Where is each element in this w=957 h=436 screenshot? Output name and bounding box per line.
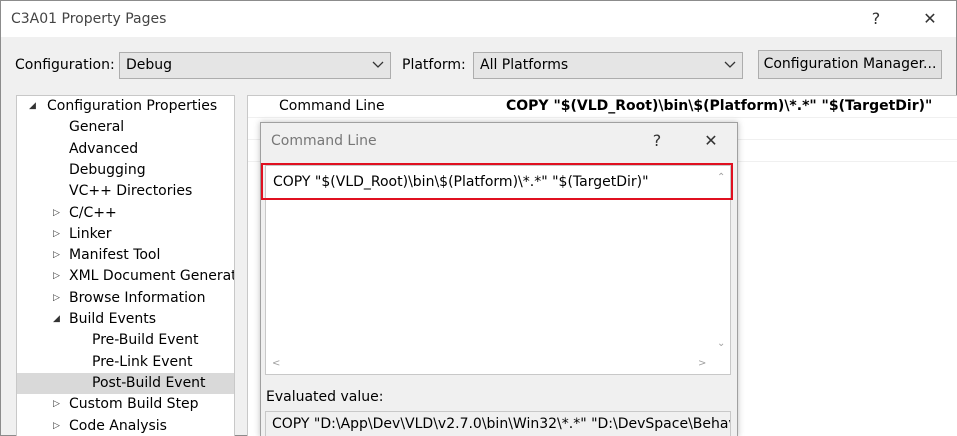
tree-item-label: Linker	[69, 225, 112, 242]
horizontal-scrollbar[interactable]: < >	[266, 357, 713, 374]
tree-item[interactable]: ◢ Configuration Properties	[17, 96, 234, 117]
dialog-close-button[interactable]: ✕	[698, 130, 724, 152]
tree-item-label: Build Events	[69, 311, 156, 327]
tree-item-label: Custom Build Step	[69, 396, 199, 413]
help-button[interactable]: ?	[863, 7, 889, 31]
grid-row-name: Command Line	[279, 98, 385, 114]
platform-value: All Platforms	[480, 57, 569, 73]
dialog-help-button[interactable]: ?	[644, 130, 670, 152]
tree-item[interactable]: ▷ Linker	[17, 224, 234, 245]
tree-item-label: Pre-Build Event	[92, 332, 199, 349]
tree-item[interactable]: General	[17, 117, 234, 138]
tree-item[interactable]: ▷ Browse Information	[17, 288, 234, 309]
scroll-left-icon[interactable]: <	[272, 358, 280, 369]
grid-row[interactable]: Command Line COPY "$(VLD_Root)\bin\$(Pla…	[248, 96, 957, 118]
window-title: C3A01 Property Pages	[11, 11, 167, 27]
tree-item-label: Browse Information	[69, 289, 206, 306]
tree-item[interactable]: Pre-Link Event	[17, 352, 234, 373]
title-bar: C3A01 Property Pages ? ✕	[1, 1, 956, 37]
evaluated-value-label: Evaluated value:	[266, 389, 384, 405]
tree-item[interactable]: Pre-Build Event	[17, 330, 234, 351]
close-button[interactable]: ✕	[917, 7, 943, 31]
tree-item[interactable]: ▷ Code Analysis	[17, 416, 234, 436]
tree-item-label: Manifest Tool	[69, 247, 161, 264]
property-pages-window: C3A01 Property Pages ? ✕ Configuration: …	[0, 0, 957, 436]
scroll-down-icon[interactable]: ⌄	[717, 338, 725, 349]
chevron-down-icon	[372, 61, 384, 68]
collapsed-arrow-icon[interactable]: ▷	[53, 245, 60, 266]
configuration-label: Configuration:	[15, 57, 115, 73]
tree-item-label: C/C++	[69, 204, 117, 221]
configuration-value: Debug	[126, 57, 173, 73]
tree-item-label: Configuration Properties	[47, 98, 218, 114]
evaluated-value-text: COPY "D:\App\Dev\VLD\v2.7.0\bin\Win32\*.…	[272, 416, 731, 432]
platform-dropdown[interactable]: All Platforms	[473, 52, 743, 79]
scroll-right-icon[interactable]: >	[698, 358, 706, 369]
tree-item-label: Debugging	[69, 161, 146, 178]
tree-item-label: Post-Build Event	[92, 374, 206, 391]
collapsed-arrow-icon[interactable]: ▷	[53, 394, 60, 415]
collapsed-arrow-icon[interactable]: ▷	[53, 224, 60, 245]
property-tree: ◢ Configuration Properties General Advanced…	[16, 95, 235, 436]
tree-item-label: VC++ Directories	[69, 183, 193, 200]
tree-item[interactable]: ▷ Custom Build Step	[17, 394, 234, 415]
chevron-down-icon	[724, 61, 736, 68]
configuration-manager-button[interactable]: Configuration Manager...	[758, 50, 942, 79]
tree-item[interactable]: ▷ C/C++	[17, 203, 234, 224]
highlight-box	[261, 163, 733, 200]
tree-item-label: XML Document Generator	[69, 268, 235, 285]
collapsed-arrow-icon[interactable]: ▷	[53, 266, 60, 287]
tree-item[interactable]: Debugging	[17, 160, 234, 181]
collapsed-arrow-icon[interactable]: ▷	[53, 416, 60, 436]
tree-item[interactable]: VC++ Directories	[17, 181, 234, 202]
tree-item[interactable]: ▷ XML Document Generator	[17, 266, 234, 287]
collapsed-arrow-icon[interactable]: ▷	[53, 288, 60, 309]
platform-label: Platform:	[402, 57, 466, 73]
tree-item[interactable]: ▷ Manifest Tool	[17, 245, 234, 266]
evaluated-value-box: COPY "D:\App\Dev\VLD\v2.7.0\bin\Win32\*.…	[265, 411, 731, 436]
tree-item-label: General	[69, 119, 125, 136]
tree-item-label: Code Analysis	[69, 417, 167, 434]
expanded-arrow-icon[interactable]: ◢	[29, 96, 36, 117]
grid-row-value: COPY "$(VLD_Root)\bin\$(Platform)\*.*" "…	[506, 98, 933, 114]
tree-item-label: Pre-Link Event	[92, 353, 193, 370]
expanded-arrow-icon[interactable]: ◢	[53, 309, 60, 330]
command-line-dialog: Command Line ? ✕ COPY "$(VLD_Root)\bin\$…	[260, 122, 738, 436]
tree-item[interactable]: Post-Build Event	[17, 372, 234, 394]
configuration-dropdown[interactable]: Debug	[119, 52, 391, 79]
tree-item[interactable]: ◢ Build Events	[17, 309, 234, 330]
tree-item[interactable]: Advanced	[17, 139, 234, 160]
tree-item-label: Advanced	[69, 140, 139, 157]
dialog-title: Command Line	[271, 133, 377, 149]
collapsed-arrow-icon[interactable]: ▷	[53, 203, 60, 224]
